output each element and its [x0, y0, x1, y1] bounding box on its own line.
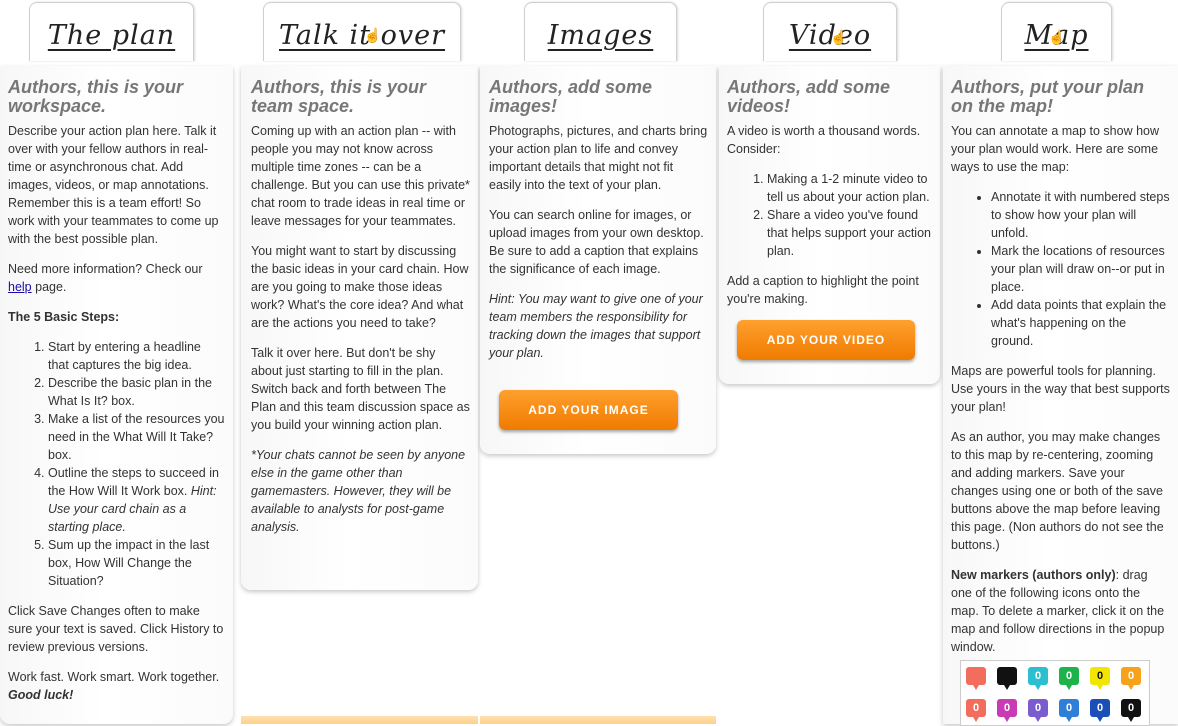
map-heading: Authors, put your plan on the map! [951, 77, 1144, 116]
map-paragraph: Maps are powerful tools for planning. Us… [951, 364, 1170, 414]
step-item: Describe the basic plan in the What Is I… [48, 374, 225, 410]
map-marker-icon[interactable]: 0 [997, 699, 1017, 722]
marker-label: 0 [1127, 702, 1135, 714]
video-list-item: Share a video you've found that helps su… [767, 206, 932, 260]
images-hint: Hint: You may want to give one of your t… [489, 292, 703, 360]
step-item: Make a list of the resources you need in… [48, 410, 225, 464]
panel-bottom-strip [241, 716, 478, 724]
tab-label: Images [547, 19, 654, 51]
map-list-item: Mark the locations of resources your pla… [991, 242, 1170, 296]
images-paragraph: You can search online for images, or upl… [489, 208, 704, 276]
map-panel: Authors, put your plan on the map! You c… [943, 66, 1178, 724]
good-luck-text: Good luck! [8, 688, 74, 702]
map-list-item: Add data points that explain the what's … [991, 296, 1170, 350]
map-marker-icon[interactable] [997, 667, 1017, 690]
plan-heading: Authors, this is your workspace. [8, 77, 184, 116]
map-marker-icon[interactable]: 0 [1028, 667, 1048, 690]
images-paragraph: Photographs, pictures, and charts bring … [489, 124, 708, 192]
step-item: Outline the steps to succeed in the How … [48, 464, 225, 536]
pointer-cursor-icon: ☝ [364, 27, 382, 43]
save-note: Click Save Changes often to make sure yo… [8, 604, 224, 654]
add-video-button[interactable]: ADD YOUR VIDEO [737, 320, 915, 360]
markers-label: New markers (authors only) [951, 568, 1116, 582]
add-image-button[interactable]: ADD YOUR IMAGE [499, 390, 678, 430]
marker-label: 0 [1096, 670, 1104, 682]
markers-instructions: New markers (authors only): drag one of … [951, 566, 1170, 656]
help-line: Need more information? Check our help pa… [8, 260, 225, 296]
map-marker-icon[interactable]: 0 [966, 699, 986, 722]
marker-label: 0 [1034, 670, 1042, 682]
talk-paragraph: Talk it over here. But don't be shy abou… [251, 346, 470, 432]
tab-label: Talk it over [278, 19, 446, 51]
tab-the-plan[interactable]: The plan [29, 2, 194, 61]
closing-text: Work fast. Work smart. Work together. [8, 670, 220, 684]
video-list-item: Making a 1-2 minute video to tell us abo… [767, 170, 932, 206]
marker-label: 0 [1065, 670, 1073, 682]
map-marker-icon[interactable]: 0 [1121, 699, 1141, 722]
panel-bottom-strip [480, 716, 716, 724]
marker-label: 0 [972, 702, 980, 714]
plan-intro: Describe your action plan here. Talk it … [8, 124, 219, 246]
plan-panel: Authors, this is your workspace. Describ… [0, 66, 233, 724]
map-list-item: Annotate it with numbered steps to show … [991, 188, 1170, 242]
tab-map[interactable]: Map ☝ [1001, 2, 1112, 61]
talk-panel: Authors, this is your team space. Coming… [241, 66, 478, 590]
talk-note: *Your chats cannot be seen by anyone els… [251, 448, 466, 534]
marker-label: 0 [1065, 702, 1073, 714]
images-heading: Authors, add some images! [489, 77, 653, 116]
talk-heading: Authors, this is your team space. [251, 77, 427, 116]
map-marker-icon[interactable] [966, 667, 986, 690]
video-list: Making a 1-2 minute video to tell us abo… [727, 170, 932, 260]
map-list: Annotate it with numbered steps to show … [951, 188, 1170, 350]
video-paragraph: A video is worth a thousand words. Consi… [727, 124, 921, 156]
talk-paragraph: Coming up with an action plan -- with pe… [251, 124, 470, 228]
tab-video[interactable]: Video ☝ [763, 2, 897, 61]
map-marker-icon[interactable]: 0 [1121, 667, 1141, 690]
map-marker-icon[interactable]: 0 [1059, 667, 1079, 690]
tab-talk-it-over[interactable]: Talk it over ☝ [263, 2, 461, 61]
marker-label: 0 [1096, 702, 1104, 714]
pointer-cursor-icon: ☝ [1048, 29, 1066, 45]
pointer-cursor-icon: ☝ [830, 29, 848, 45]
help-suffix: page. [35, 280, 67, 294]
marker-label: 0 [1034, 702, 1042, 714]
steps-title: The 5 Basic Steps: [8, 310, 120, 324]
map-marker-icon[interactable]: 0 [1028, 699, 1048, 722]
closing-line: Work fast. Work smart. Work together. Goo… [8, 668, 225, 704]
marker-label: 0 [1127, 670, 1135, 682]
marker-label: 0 [1003, 702, 1011, 714]
help-prefix: Need more information? Check our [8, 262, 203, 276]
map-paragraph: You can annotate a map to show how your … [951, 124, 1160, 174]
step-item: Sum up the impact in the last box, How W… [48, 536, 225, 590]
tab-label: The plan [47, 19, 176, 51]
map-marker-icon[interactable]: 0 [1059, 699, 1079, 722]
step-item: Start by entering a headline that captur… [48, 338, 225, 374]
talk-paragraph: You might want to start by discussing th… [251, 244, 469, 330]
steps-list: Start by entering a headline that captur… [8, 338, 225, 590]
tab-images[interactable]: Images [524, 2, 677, 61]
video-heading: Authors, add some videos! [727, 77, 891, 116]
help-link[interactable]: help [8, 280, 32, 294]
map-marker-icon[interactable]: 0 [1090, 667, 1110, 690]
map-marker-icon[interactable]: 0 [1090, 699, 1110, 722]
map-paragraph: As an author, you may make changes to th… [951, 430, 1164, 552]
marker-palette: 0 0 0 0 0 0 0 0 0 0 [960, 660, 1150, 726]
video-paragraph: Add a caption to highlight the point you… [727, 274, 919, 306]
